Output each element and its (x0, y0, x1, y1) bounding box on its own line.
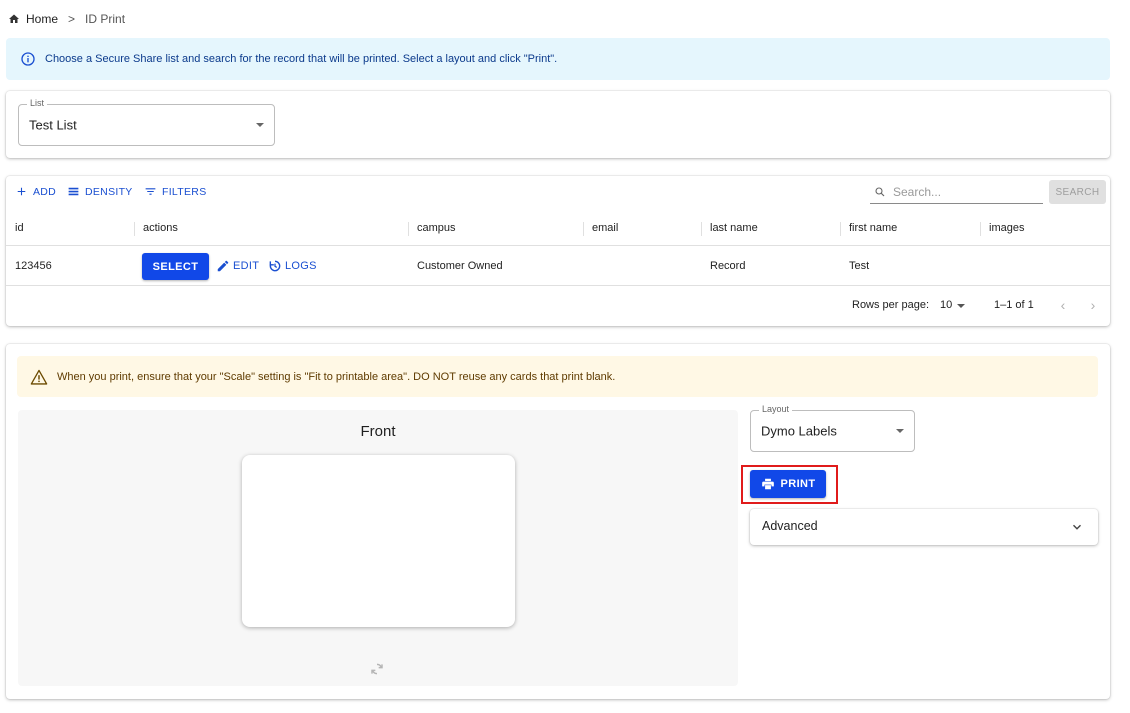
rows-per-page-select[interactable]: 10 (940, 299, 952, 311)
previous-page-icon[interactable]: ‹ (1055, 297, 1071, 313)
pagination-range: 1–1 of 1 (994, 299, 1034, 311)
next-page-icon[interactable]: › (1085, 297, 1101, 313)
pagination: Rows per page: 10 1–1 of 1 ‹ › (6, 286, 1110, 326)
column-header-campus[interactable]: campus (408, 210, 456, 246)
add-button[interactable]: ADD (15, 185, 56, 198)
column-header-last-name[interactable]: last name (701, 210, 758, 246)
edit-button-label: EDIT (233, 260, 260, 272)
list-select-value: Test List (29, 117, 77, 133)
select-button[interactable]: SELECT (142, 253, 209, 280)
search-icon (875, 187, 885, 197)
chevron-down-icon (1070, 520, 1084, 534)
history-icon (269, 260, 281, 272)
table-row[interactable]: 123456 SELECT EDIT LOGS Customer Owned R… (6, 246, 1110, 286)
filters-button-label: FILTERS (162, 185, 207, 198)
warning-alert: When you print, ensure that your "Scale"… (17, 356, 1098, 397)
grid-header: id actions campus email last name first … (6, 210, 1110, 246)
plus-icon (17, 187, 26, 196)
layout-select-value: Dymo Labels (761, 423, 837, 439)
layout-select-label: Layout (759, 404, 793, 414)
print-button[interactable]: PRINT (750, 470, 826, 498)
add-button-label: ADD (33, 185, 57, 198)
print-button-label: PRINT (780, 478, 816, 490)
breadcrumb-home[interactable]: Home (26, 12, 58, 26)
cell-last-name: Record (710, 260, 746, 272)
search-button[interactable]: SEARCH (1049, 180, 1106, 204)
advanced-accordion[interactable]: Advanced (750, 509, 1098, 545)
density-button-label: DENSITY (85, 185, 133, 198)
list-card: List Test List (6, 91, 1110, 158)
flip-card-icon[interactable] (369, 661, 385, 677)
info-alert-text: Choose a Secure Share list and search fo… (45, 53, 558, 65)
rows-per-page-label: Rows per page: (852, 299, 930, 311)
cell-campus: Customer Owned (417, 260, 503, 272)
column-header-id[interactable]: id (6, 210, 24, 246)
filters-button[interactable]: FILTERS (144, 185, 207, 198)
home-icon[interactable] (8, 13, 20, 25)
breadcrumb: Home > ID Print (8, 11, 125, 27)
search-input[interactable] (893, 185, 1033, 199)
layout-select[interactable]: Layout Dymo Labels (750, 404, 915, 452)
printer-icon (761, 478, 774, 490)
warning-alert-text: When you print, ensure that your "Scale"… (57, 370, 616, 383)
pencil-icon (217, 260, 229, 272)
caret-down-icon[interactable] (957, 304, 965, 308)
cell-email (583, 246, 592, 286)
cell-images (980, 246, 989, 286)
info-icon (20, 51, 36, 67)
grid-toolbar: ADD DENSITY FILTERS SEARCH (6, 176, 1110, 208)
density-icon (68, 187, 79, 196)
column-header-email[interactable]: email (583, 210, 618, 246)
logs-button-label: LOGS (285, 260, 317, 272)
preview-title: Front (360, 423, 396, 440)
list-select[interactable]: List Test List (18, 98, 275, 146)
filter-icon (145, 188, 156, 195)
print-panel: When you print, ensure that your "Scale"… (6, 344, 1110, 699)
column-header-images[interactable]: images (980, 210, 1024, 246)
density-button[interactable]: DENSITY (67, 185, 133, 198)
card-front-preview (242, 455, 515, 627)
list-select-label: List (27, 98, 48, 108)
column-header-actions[interactable]: actions (134, 210, 178, 246)
advanced-label: Advanced (762, 519, 818, 533)
card-preview: Front (18, 410, 738, 686)
caret-down-icon (896, 429, 904, 433)
breadcrumb-separator: > (68, 12, 76, 26)
edit-button[interactable]: EDIT (216, 259, 259, 273)
info-alert: Choose a Secure Share list and search fo… (6, 38, 1110, 80)
records-grid: ADD DENSITY FILTERS SEARCH id actions ca… (6, 176, 1110, 326)
breadcrumb-current: ID Print (85, 12, 126, 26)
column-header-first-name[interactable]: first name (840, 210, 897, 246)
cell-id: 123456 (15, 260, 52, 272)
warning-icon (30, 369, 48, 385)
caret-down-icon (256, 123, 264, 127)
search-box (870, 181, 1043, 204)
logs-button[interactable]: LOGS (268, 259, 317, 273)
cell-first-name: Test (849, 260, 870, 272)
